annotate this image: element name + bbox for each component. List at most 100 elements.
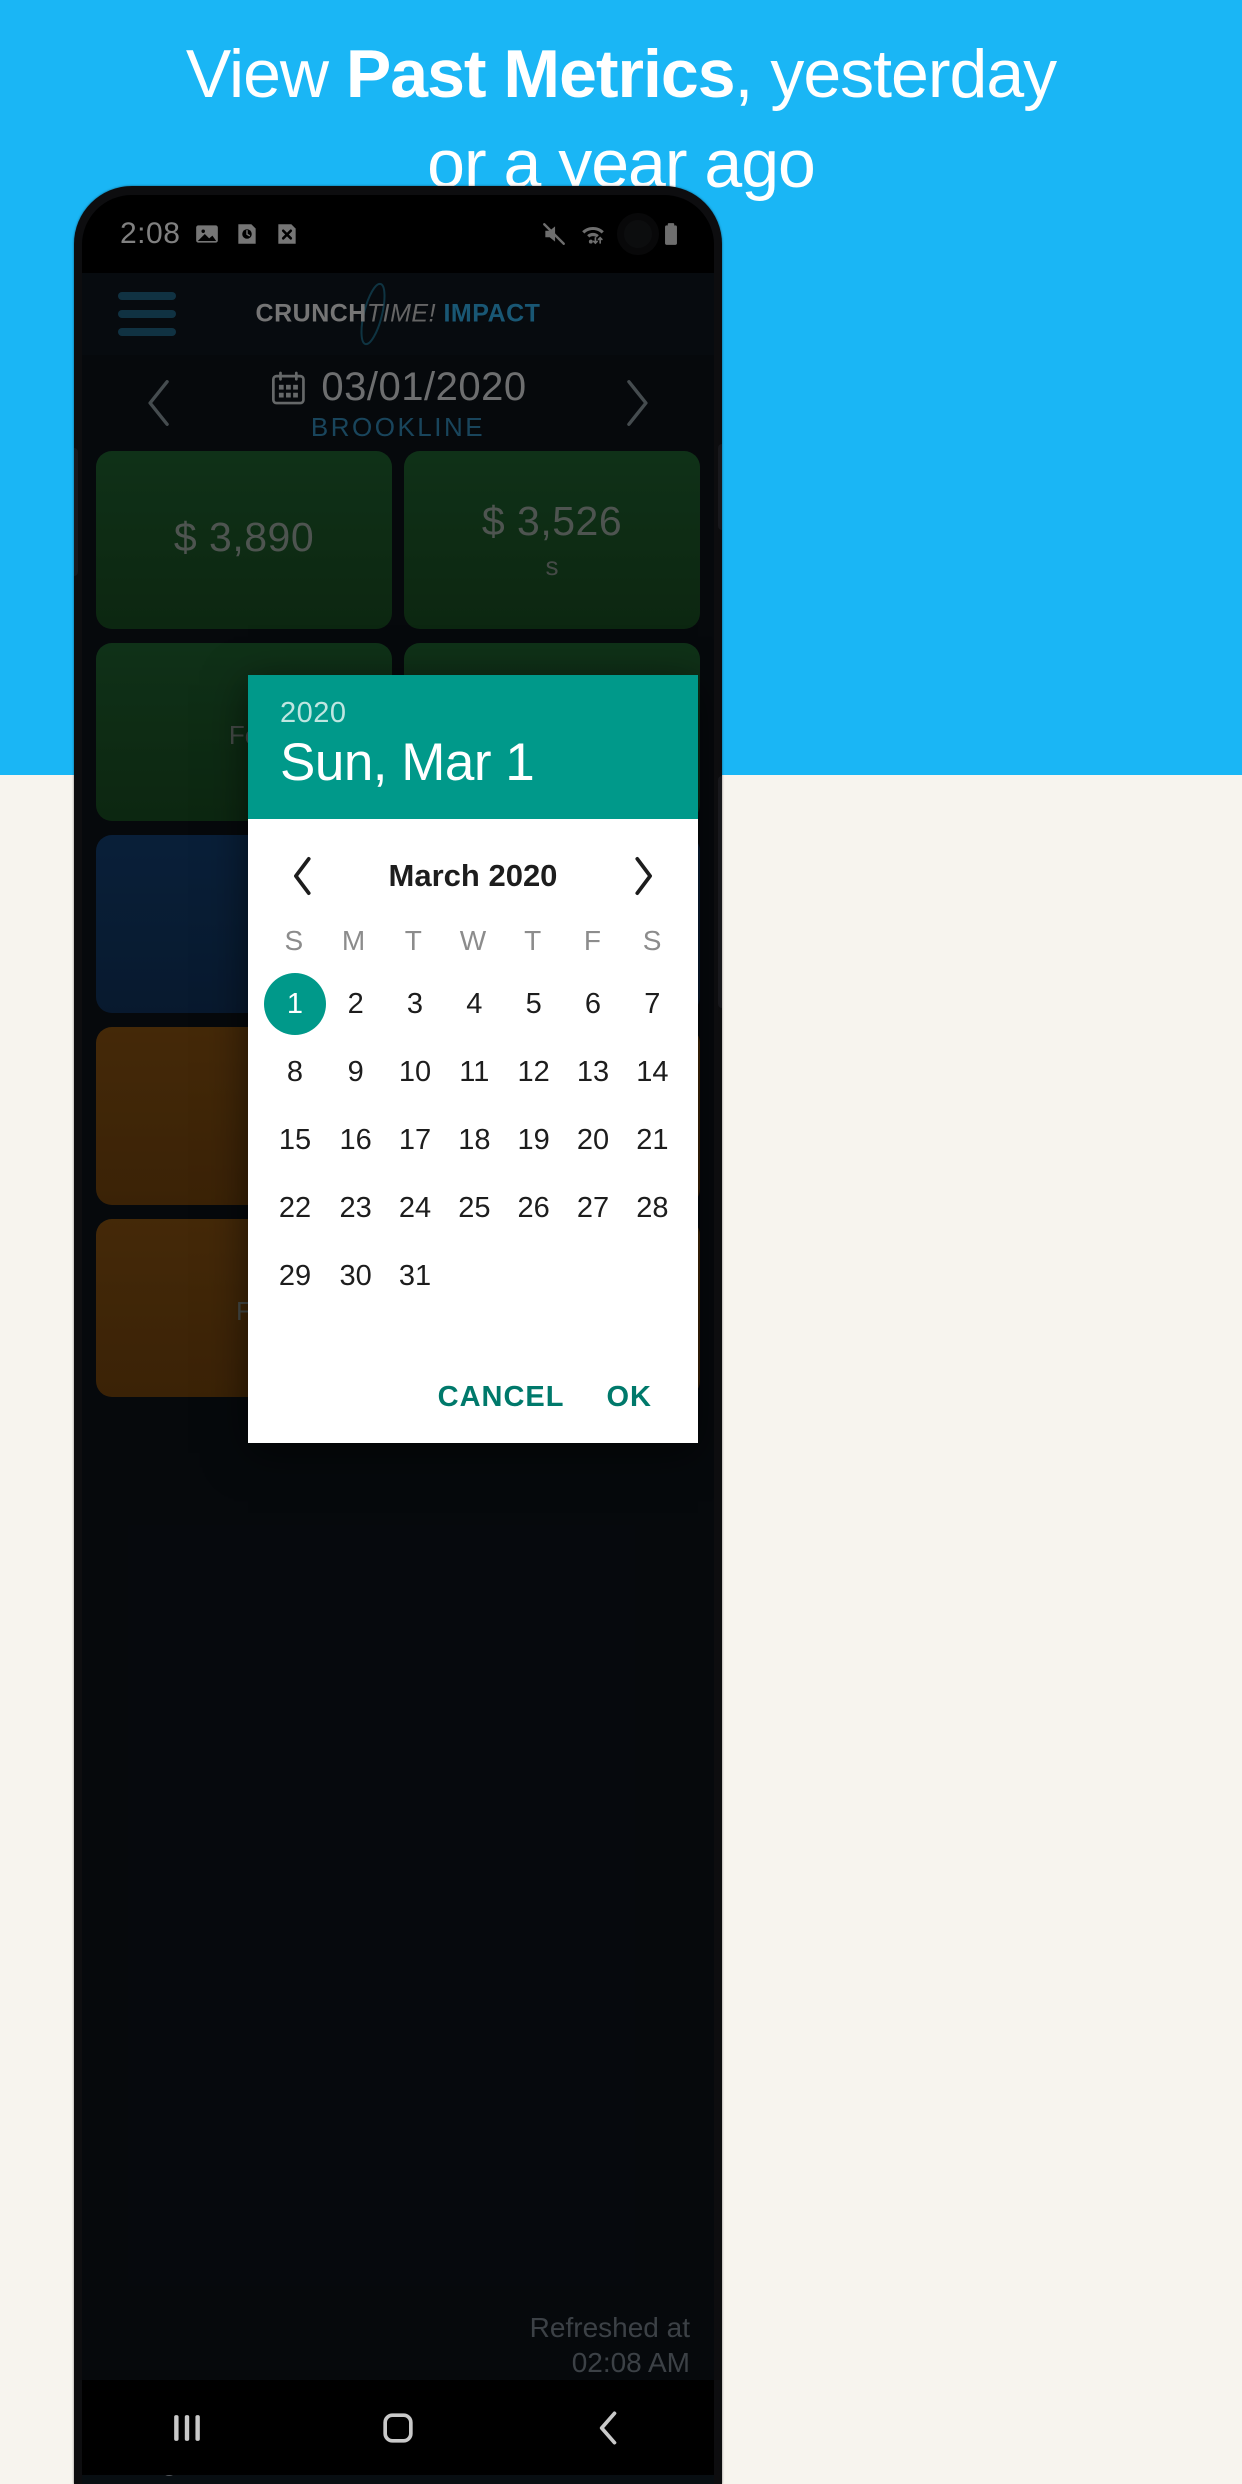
date-display[interactable]: 03/01/2020 BROOKLINE [269, 365, 526, 443]
previous-day-button[interactable] [130, 373, 190, 433]
month-label: March 2020 [388, 858, 558, 893]
x-doc-icon [278, 224, 297, 244]
metric-label: s [545, 551, 559, 581]
next-month-button[interactable] [622, 855, 664, 897]
calendar-day-3[interactable]: 3 [385, 973, 444, 1035]
chevron-left-icon [148, 380, 169, 426]
calendar-day-14[interactable]: 14 [623, 1041, 682, 1103]
calendar-day-19[interactable]: 19 [504, 1109, 563, 1171]
phone-frame: 2:08 CRUNCHTIME! IMPACT 03/01/2020 BROOK… [74, 186, 722, 2484]
calendar-day-20[interactable]: 20 [563, 1109, 622, 1171]
weekday-header-row: SMTWTFS [248, 925, 698, 957]
calendar-day-16[interactable]: 16 [326, 1109, 385, 1171]
date-picker-header: 2020 Sun, Mar 1 [248, 675, 698, 819]
promo-line1-prefix: View [185, 36, 346, 112]
calendar-day-25[interactable]: 25 [445, 1177, 504, 1239]
status-bar-left: 2:08 [120, 217, 300, 251]
hamburger-bar [118, 310, 176, 318]
brand-crunch: CRUNCH [255, 299, 367, 328]
brand-impact: IMPACT [443, 299, 541, 328]
camera-punch-hole [617, 213, 659, 255]
image-icon [196, 225, 219, 243]
promo-line1-suffix: , yesterday [734, 36, 1058, 112]
calendar-day-27[interactable]: 27 [563, 1177, 622, 1239]
date-picker-dialog: 2020 Sun, Mar 1 March 2020 SMTWTFS 12345… [248, 675, 698, 1443]
brand-time: TIME! [366, 299, 437, 328]
refreshed-label: Refreshed at [529, 2312, 690, 2343]
location-name: BROOKLINE [310, 412, 486, 442]
date-navigation-bar: 03/01/2020 BROOKLINE [82, 355, 714, 445]
calendar-day-4[interactable]: 4 [445, 973, 504, 1035]
metric-value: $ 3,526 [481, 498, 623, 544]
mute-icon [543, 223, 565, 245]
cancel-button[interactable]: CANCEL [438, 1381, 565, 1414]
brand-logo: CRUNCHTIME! IMPACT [256, 300, 541, 329]
calendar-day-8[interactable]: 8 [264, 1041, 326, 1103]
calendar-day-5[interactable]: 5 [504, 973, 563, 1035]
calendar-day-2[interactable]: 2 [326, 973, 385, 1035]
calendar-day-11[interactable]: 11 [445, 1041, 504, 1103]
month-navigation: March 2020 [248, 839, 698, 913]
calendar-day-13[interactable]: 13 [563, 1041, 622, 1103]
calendar-day-18[interactable]: 18 [445, 1109, 504, 1171]
calendar-day-23[interactable]: 23 [326, 1177, 385, 1239]
weekday-label: T [404, 925, 422, 956]
chevron-right-icon [635, 857, 652, 895]
back-icon[interactable] [587, 2406, 631, 2450]
dialog-selected-date[interactable]: Sun, Mar 1 [280, 732, 666, 793]
weekday-label: M [341, 925, 366, 956]
side-key-button[interactable] [718, 776, 722, 1008]
dialog-year[interactable]: 2020 [280, 697, 666, 730]
clock-doc-icon [238, 224, 257, 244]
selected-date-text: 03/01/2020 [321, 365, 527, 409]
status-bar: 2:08 [82, 195, 714, 273]
weekday-label: S [642, 925, 662, 956]
weekday-label: S [284, 925, 304, 956]
calendar-day-15[interactable]: 15 [264, 1109, 326, 1171]
volume-button[interactable] [74, 448, 78, 576]
chevron-right-icon [627, 380, 648, 426]
promo-headline: View Past Metrics, yesterday or a year a… [0, 40, 1242, 198]
calendar-day-24[interactable]: 24 [385, 1177, 444, 1239]
weekday-label: T [524, 925, 542, 956]
promo-line1-emphasis: Past Metrics [345, 36, 736, 112]
power-button[interactable] [718, 444, 722, 530]
wifi-icon [582, 226, 604, 245]
status-time: 2:08 [120, 217, 181, 250]
selected-day-disc: 1 [264, 973, 326, 1035]
weekday-label: F [583, 925, 601, 956]
refreshed-status: Refreshed at 02:08 AM [530, 2310, 690, 2380]
calendar-day-21[interactable]: 21 [623, 1109, 682, 1171]
home-icon[interactable] [376, 2406, 420, 2450]
weekday-label: W [459, 925, 487, 956]
refreshed-time: 02:08 AM [571, 2347, 690, 2378]
metric-card[interactable]: $ 3,890 [96, 451, 392, 629]
calendar-day-9[interactable]: 9 [326, 1041, 385, 1103]
previous-month-button[interactable] [282, 855, 324, 897]
calendar-day-31[interactable]: 31 [385, 1245, 444, 1307]
hamburger-icon[interactable] [118, 292, 176, 336]
chevron-left-icon [294, 857, 311, 895]
app-header: CRUNCHTIME! IMPACT [82, 273, 714, 355]
android-system-navbar [82, 2380, 714, 2475]
phone-screen: 2:08 CRUNCHTIME! IMPACT 03/01/2020 BROOK… [82, 195, 714, 2484]
calendar-day-30[interactable]: 30 [326, 1245, 385, 1307]
calendar-day-10[interactable]: 10 [385, 1041, 444, 1103]
status-bar-right [541, 221, 684, 247]
calendar-day-6[interactable]: 6 [563, 973, 622, 1035]
calendar-day-28[interactable]: 28 [623, 1177, 682, 1239]
calendar-day-26[interactable]: 26 [504, 1177, 563, 1239]
hamburger-bar [118, 292, 176, 300]
recents-icon[interactable] [165, 2406, 209, 2450]
calendar-day-29[interactable]: 29 [264, 1245, 326, 1307]
hamburger-bar [118, 328, 176, 336]
calendar-icon [272, 371, 305, 404]
calendar-day-12[interactable]: 12 [504, 1041, 563, 1103]
calendar-day-22[interactable]: 22 [264, 1177, 326, 1239]
calendar-day-17[interactable]: 17 [385, 1109, 444, 1171]
metric-card[interactable]: $ 3,526 s [404, 451, 700, 629]
ok-button[interactable]: OK [607, 1381, 653, 1414]
calendar-day-7[interactable]: 7 [623, 973, 682, 1035]
next-day-button[interactable] [606, 373, 666, 433]
calendar-day-1[interactable]: 1 [264, 973, 326, 1035]
